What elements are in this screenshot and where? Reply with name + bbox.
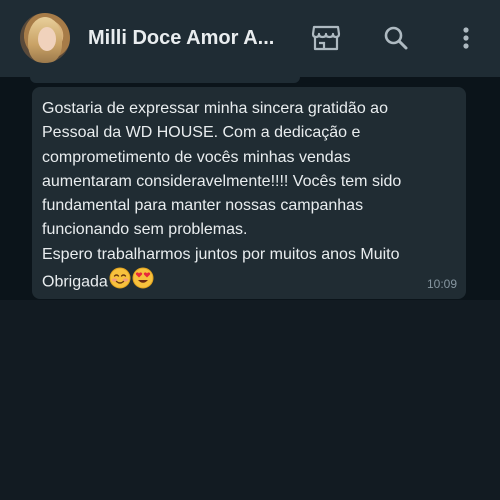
heart-eyes-emoji [132, 267, 154, 297]
search-button[interactable] [376, 18, 416, 58]
store-icon [311, 25, 341, 51]
store-button[interactable] [306, 18, 346, 58]
message-text: Gostaria de expressar minha sincera grat… [42, 97, 456, 297]
smiling-face-emoji [109, 267, 131, 297]
chat-header: Milli Doce Amor A... [0, 0, 500, 77]
message-time: 10:09 [426, 277, 457, 291]
previous-message-bubble[interactable] [30, 77, 300, 83]
more-vertical-icon [463, 27, 469, 49]
message-body: Gostaria de expressar minha sincera grat… [42, 100, 402, 291]
search-icon [384, 26, 408, 50]
message-bubble[interactable]: Gostaria de expressar minha sincera grat… [32, 87, 466, 299]
avatar-face [38, 27, 56, 51]
more-options-button[interactable] [446, 18, 486, 58]
contact-avatar[interactable] [20, 13, 70, 63]
chat-area[interactable]: Gostaria de expressar minha sincera grat… [0, 77, 500, 300]
contact-name[interactable]: Milli Doce Amor A... [88, 27, 274, 50]
